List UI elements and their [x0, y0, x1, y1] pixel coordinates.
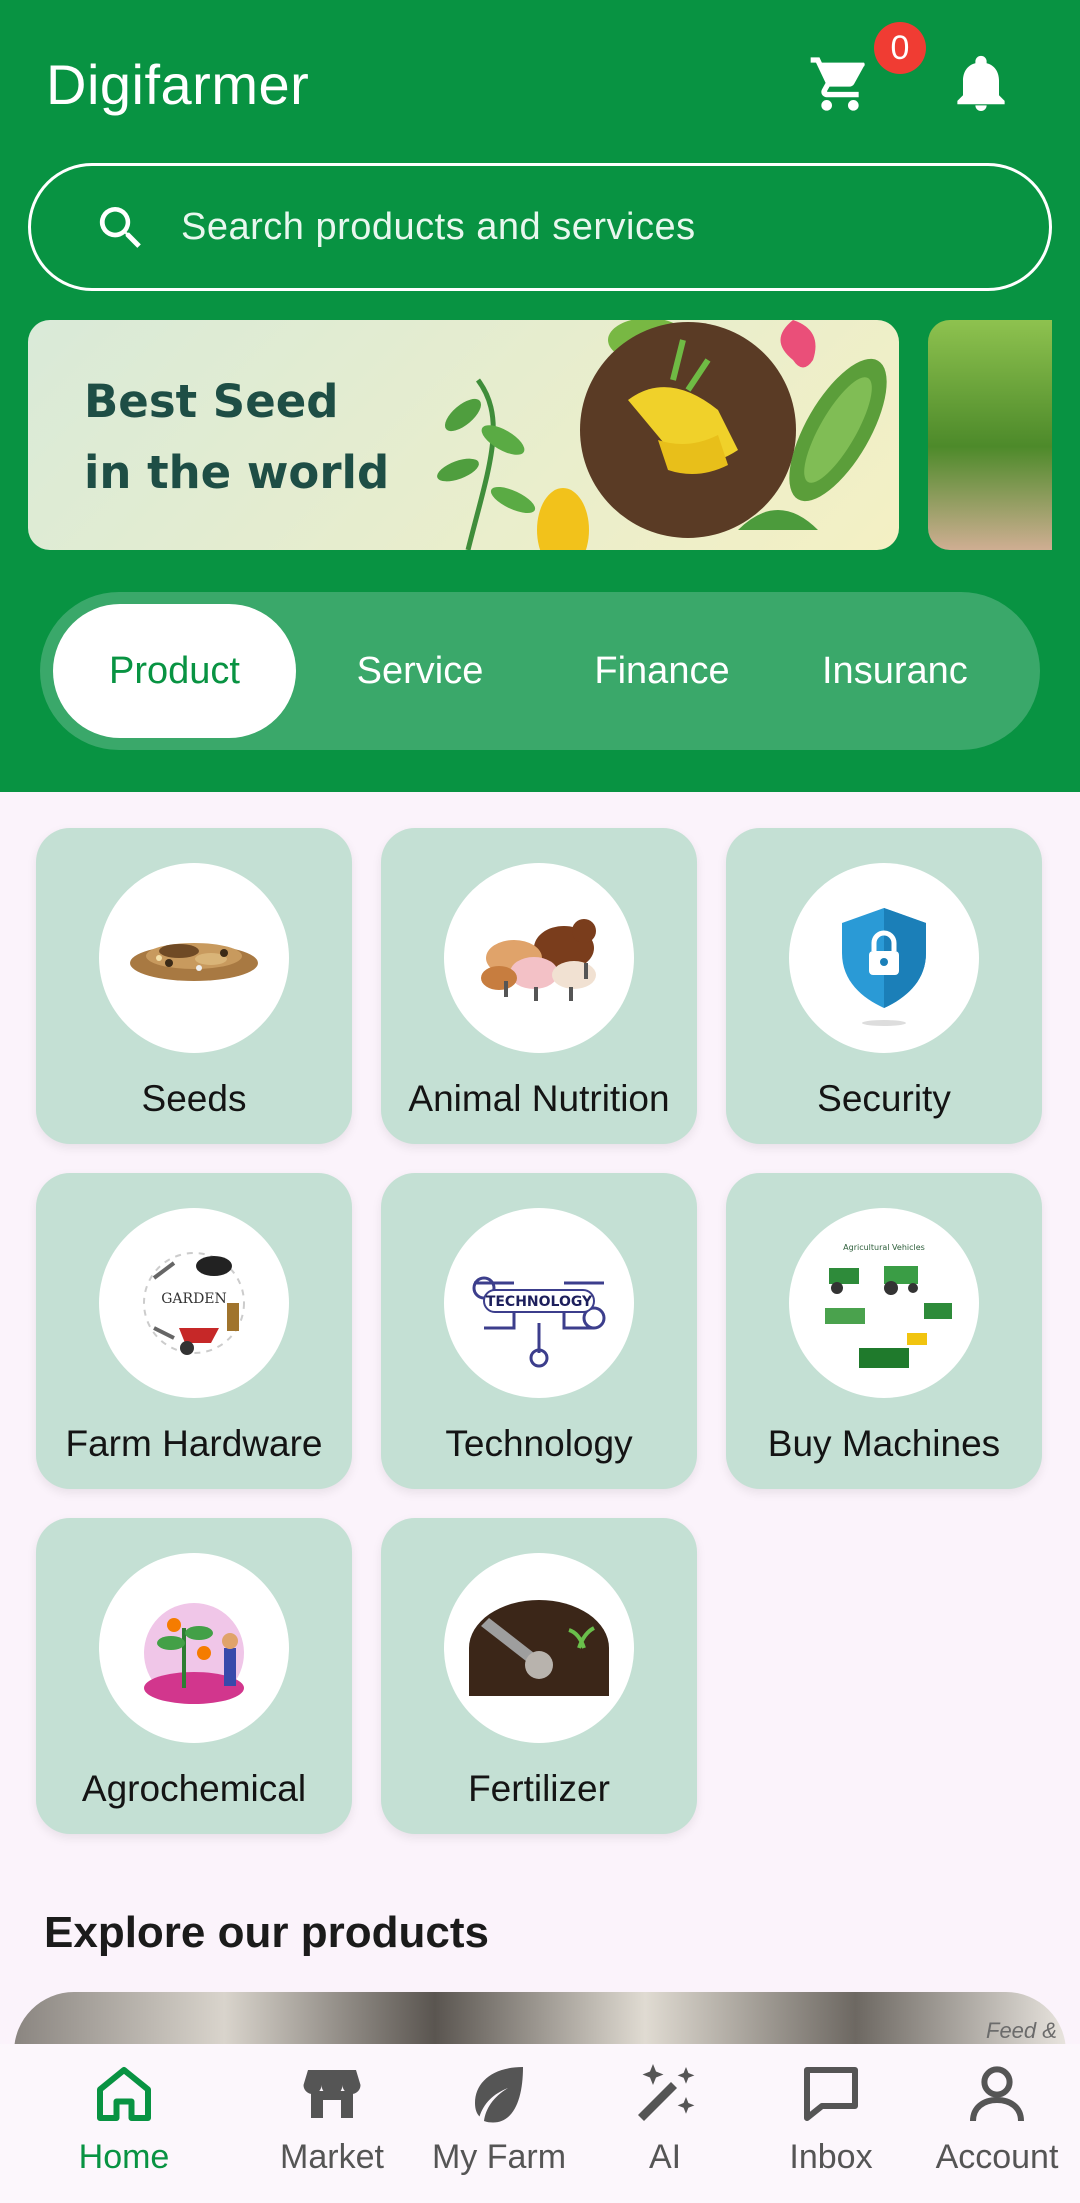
category-label: Fertilizer: [468, 1768, 610, 1809]
search-bar[interactable]: [28, 163, 1052, 291]
category-label: Technology: [445, 1423, 633, 1464]
fertilizer-image: [444, 1553, 634, 1743]
technology-image: TECHNOLOGY: [444, 1208, 634, 1398]
promo-banner-next[interactable]: [928, 320, 1052, 550]
category-label: Agrochemical: [81, 1768, 307, 1809]
search-icon: [99, 207, 141, 248]
banner-illustration: [437, 320, 887, 550]
nav-label: AI: [648, 2138, 682, 2176]
agrochemical-image: [99, 1553, 289, 1743]
category-label: Seeds: [141, 1078, 247, 1119]
animal-nutrition-image: [444, 863, 634, 1053]
cart-count-badge: 0: [874, 22, 926, 74]
category-card-fertilizer[interactable]: Fertilizer: [381, 1518, 697, 1834]
chat-icon: [804, 2067, 858, 2121]
technology-badge-text: TECHNOLOGY: [486, 1294, 593, 1310]
category-label: Security: [817, 1078, 951, 1119]
magic-wand-icon: [638, 2064, 695, 2121]
home-icon: [97, 2067, 151, 2121]
tab-insurance[interactable]: Insuranc: [822, 604, 1022, 738]
banner-line-1: Best Seed: [84, 375, 339, 428]
seeds-image: [99, 863, 289, 1053]
nav-ai[interactable]: AI: [580, 2058, 750, 2198]
category-card-farm-hardware[interactable]: GARDEN Farm Hardware: [36, 1173, 352, 1489]
cart-icon[interactable]: [808, 52, 872, 116]
bell-icon[interactable]: [954, 54, 1008, 114]
banner-headline: Best Seed in the world: [84, 366, 444, 508]
nav-my-farm[interactable]: My Farm: [414, 2058, 584, 2198]
nav-label: My Farm: [431, 2138, 567, 2176]
leaf-icon: [475, 2067, 523, 2123]
category-card-agrochemical[interactable]: Agrochemical: [36, 1518, 352, 1834]
buy-machines-image: Agricultural Vehicles: [789, 1208, 979, 1398]
category-label: Farm Hardware: [65, 1423, 323, 1464]
category-card-security[interactable]: Security: [726, 828, 1042, 1144]
tab-service[interactable]: Service: [330, 604, 510, 738]
nav-label: Account: [935, 2138, 1059, 2176]
category-card-technology[interactable]: TECHNOLOGY Technology: [381, 1173, 697, 1489]
nav-label: Market: [280, 2138, 384, 2176]
nav-label: Home: [78, 2138, 170, 2176]
nav-market[interactable]: Market: [247, 2058, 417, 2198]
search-input[interactable]: [181, 166, 1001, 288]
category-tabs: Product Service Finance Insuranc: [40, 592, 1040, 750]
nav-account[interactable]: Account: [912, 2058, 1080, 2198]
banner-line-2: in the world: [84, 446, 390, 499]
security-image: [789, 863, 979, 1053]
bottom-navigation: Home Market My Farm AI Inbox Account: [0, 2044, 1080, 2203]
header: Digifarmer 0 Best Seed in the world: [0, 0, 1080, 792]
app-title: Digifarmer: [46, 53, 310, 116]
store-icon: [303, 2070, 361, 2118]
category-label: Buy Machines: [767, 1423, 1001, 1464]
tab-product[interactable]: Product: [53, 604, 296, 738]
explore-section-title: Explore our products: [44, 1908, 489, 1957]
category-label: Animal Nutrition: [408, 1078, 670, 1119]
person-icon: [970, 2066, 1024, 2122]
category-card-seeds[interactable]: Seeds: [36, 828, 352, 1144]
farm-hardware-image: GARDEN: [99, 1208, 289, 1398]
machines-badge-text: Agricultural Vehicles: [843, 1243, 925, 1252]
category-card-buy-machines[interactable]: Agricultural Vehicles Buy Machines: [726, 1173, 1042, 1489]
nav-home[interactable]: Home: [39, 2058, 209, 2198]
product-strip-text: Feed & Ca: [986, 2018, 1066, 2043]
nav-inbox[interactable]: Inbox: [746, 2058, 916, 2198]
garden-badge-text: GARDEN: [161, 1291, 227, 1307]
tab-finance[interactable]: Finance: [572, 604, 752, 738]
promo-banner[interactable]: Best Seed in the world: [28, 320, 899, 550]
nav-label: Inbox: [789, 2138, 873, 2176]
category-card-animal-nutrition[interactable]: Animal Nutrition: [381, 828, 697, 1144]
